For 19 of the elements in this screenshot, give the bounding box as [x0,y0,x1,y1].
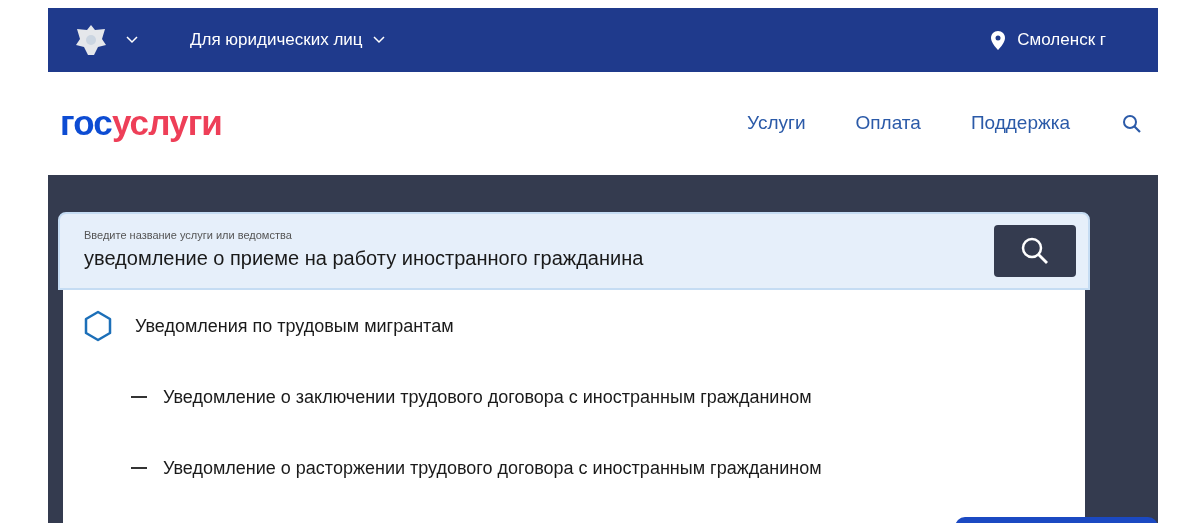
hexagon-icon [83,310,113,342]
nav-link[interactable]: Услуги [747,109,806,138]
audience-dropdown[interactable]: Для юридических лиц [190,27,385,53]
result-link[interactable]: Уведомление о расторжении трудового договора с иностранным гражданином [163,454,822,482]
nav-link[interactable]: Поддержка [970,109,1070,138]
search-button[interactable] [994,225,1076,277]
search-icon[interactable] [1122,113,1142,134]
field-label: Введите название услуги или ведомства [84,229,293,243]
search-input[interactable]: уведомление о приеме на работу иностранного гражданина [84,242,982,273]
nav-link[interactable]: Оплата [855,109,921,138]
logo[interactable]: госуслуги [60,97,222,150]
dash-icon [131,467,147,469]
location-link[interactable]: Смоленск г [991,27,1106,53]
result-link[interactable]: Уведомление о заключении трудового договора с иностранным гражданином [163,383,812,411]
chevron-down-icon[interactable] [126,36,138,44]
chevron-down-icon [372,36,385,44]
result-link[interactable]: Уведомления по трудовым мигрантам [135,312,454,340]
map-pin-icon [991,30,1006,50]
dash-icon [131,396,147,398]
